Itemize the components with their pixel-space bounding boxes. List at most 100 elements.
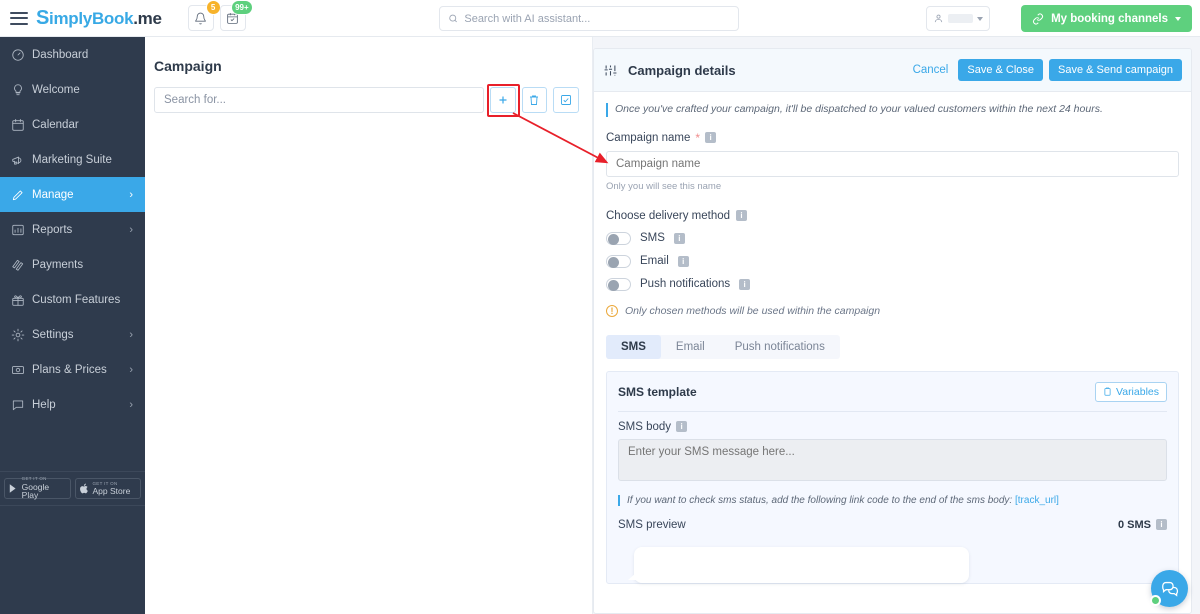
- bulb-icon: [11, 83, 32, 97]
- sidebar-item-plans-prices[interactable]: Plans & Prices ›: [0, 352, 145, 387]
- campaign-name-info-icon[interactable]: i: [705, 132, 717, 144]
- logo-rest: implyBook: [49, 8, 134, 28]
- campaign-name-input[interactable]: [606, 150, 1179, 177]
- sidebar-item-manage[interactable]: Manage ›: [0, 177, 145, 212]
- toggle-label: Email: [640, 255, 669, 268]
- sidebar-item-help[interactable]: Help ›: [0, 387, 145, 422]
- sidebar-item-marketing-suite[interactable]: Marketing Suite: [0, 142, 145, 177]
- campaign-details-body: Once you've crafted your campaign, it'll…: [594, 92, 1191, 584]
- chevron-right-icon: ›: [129, 398, 133, 411]
- sms-preview-row: SMS preview 0 SMS i: [618, 519, 1167, 531]
- delivery-method-row: Email i: [606, 254, 1179, 268]
- tab-push-notifications[interactable]: Push notifications: [720, 335, 840, 359]
- app-store-links: GET IT ON Google Play GET IT ON App Stor…: [0, 471, 145, 506]
- add-campaign-button[interactable]: [489, 87, 516, 113]
- sms-count-info-icon[interactable]: i: [1156, 519, 1167, 531]
- sidebar-item-calendar[interactable]: Calendar: [0, 107, 145, 142]
- toggle-info-icon[interactable]: i: [673, 232, 685, 244]
- notifications-button[interactable]: 5: [187, 0, 221, 31]
- delivery-method-list: SMS i Email i Push notifications i: [606, 231, 1179, 291]
- plus-icon: [499, 96, 507, 104]
- sidebar-item-payments[interactable]: Payments: [0, 247, 145, 282]
- delivery-method-row: SMS i: [606, 231, 1179, 245]
- channel-tabs: SMS Email Push notifications: [606, 334, 840, 359]
- coins-icon: [11, 258, 32, 272]
- gift-icon: [11, 293, 32, 307]
- top-icon-group: 5 99+: [187, 0, 253, 31]
- sidebar-item-label: Plans & Prices: [32, 363, 107, 376]
- campaign-details-column: Campaign details Cancel Save & Close Sav…: [593, 37, 1200, 614]
- select-all-button[interactable]: [553, 87, 579, 113]
- sms-body-label: SMS body: [618, 420, 672, 433]
- toggle-info-icon[interactable]: i: [677, 255, 689, 267]
- campaign-toolbar: [154, 87, 579, 113]
- sidebar-item-label: Payments: [32, 258, 84, 271]
- app-store-label: App Store: [92, 486, 131, 496]
- sms-template-header: SMS template Variables: [618, 381, 1167, 412]
- track-url-note: If you want to check sms status, add the…: [618, 494, 1167, 506]
- tab-email[interactable]: Email: [661, 335, 720, 359]
- sidebar-item-label: Custom Features: [32, 293, 121, 306]
- ai-search-box[interactable]: [439, 6, 739, 31]
- user-icon: [934, 14, 943, 23]
- save-close-button[interactable]: Save & Close: [958, 59, 1044, 81]
- campaign-search-input[interactable]: [154, 87, 484, 113]
- campaign-details-card: Campaign details Cancel Save & Close Sav…: [593, 48, 1192, 614]
- sms-template-panel: SMS template Variables SMS body i Enter …: [606, 370, 1179, 584]
- top-bar: SimplyBook.me 5 99+ Search with AI assis…: [0, 0, 1200, 37]
- chat-widget-button[interactable]: [1150, 570, 1188, 607]
- sidebar-item-label: Help: [32, 398, 56, 411]
- dispatch-note: Once you've crafted your campaign, it'll…: [606, 103, 1179, 117]
- sidebar-item-label: Marketing Suite: [32, 153, 112, 166]
- delivery-warning: ! Only chosen methods will be used withi…: [606, 304, 1179, 317]
- notifications-badge: 5: [205, 0, 221, 15]
- gear-icon: [11, 328, 32, 342]
- google-play-button[interactable]: GET IT ON Google Play: [4, 477, 71, 500]
- required-marker: *: [695, 130, 701, 145]
- calendar-icon: [11, 118, 32, 132]
- delivery-warning-text: Only chosen methods will be used within …: [625, 304, 881, 317]
- sidebar-item-label: Reports: [32, 223, 73, 236]
- toggle-email[interactable]: [606, 254, 631, 268]
- toggle-push-notifications[interactable]: [606, 277, 631, 291]
- delete-campaign-button[interactable]: [521, 87, 548, 113]
- campaign-name-hint: Only you will see this name: [606, 180, 722, 192]
- track-url-note-text: If you want to check sms status, add the…: [627, 494, 1013, 506]
- sms-body-info-icon[interactable]: i: [676, 421, 688, 433]
- app-store-button[interactable]: GET IT ON App Store: [74, 478, 141, 499]
- sms-count: 0 SMS: [1117, 518, 1151, 531]
- money-icon: [11, 363, 32, 377]
- bookings-button[interactable]: 99+: [219, 0, 253, 31]
- account-selector[interactable]: [926, 6, 990, 31]
- sms-body-textarea[interactable]: [618, 438, 1167, 481]
- sidebar-item-label: Settings: [32, 328, 74, 341]
- sidebar-item-settings[interactable]: Settings ›: [0, 317, 145, 352]
- sidebar-item-label: Manage: [32, 188, 74, 201]
- delivery-method-label-row: Choose delivery method i: [606, 210, 1179, 222]
- sidebar-item-dashboard[interactable]: Dashboard: [0, 37, 145, 72]
- booking-channels-button[interactable]: My booking channels: [1021, 5, 1192, 32]
- pencil-icon: [11, 188, 32, 202]
- delivery-method-info-icon[interactable]: i: [736, 210, 748, 222]
- app-root: SimplyBook.me 5 99+ Search with AI assis…: [0, 0, 1200, 614]
- cancel-button[interactable]: Cancel: [909, 64, 953, 76]
- link-icon: [1033, 13, 1044, 24]
- delivery-method-row: Push notifications i: [606, 277, 1179, 291]
- variables-button[interactable]: Variables: [1095, 381, 1167, 402]
- track-url-code[interactable]: [track_url]: [1015, 495, 1059, 506]
- checkbox-icon: [561, 95, 572, 105]
- apple-icon: [79, 483, 88, 494]
- tab-sms[interactable]: SMS: [606, 334, 661, 359]
- sidebar-item-label: Dashboard: [32, 48, 89, 61]
- sidebar-item-welcome[interactable]: Welcome: [0, 72, 145, 107]
- save-send-campaign-button[interactable]: Save & Send campaign: [1049, 59, 1182, 81]
- search-input[interactable]: [464, 12, 730, 25]
- sidebar: Dashboard Welcome Calendar Marketing Suite M…: [0, 37, 145, 614]
- toggle-sms[interactable]: [606, 231, 631, 245]
- sidebar-item-custom-features[interactable]: Custom Features: [0, 282, 145, 317]
- hamburger-icon[interactable]: [10, 11, 28, 25]
- app-logo[interactable]: SimplyBook.me: [36, 7, 162, 30]
- sidebar-item-reports[interactable]: Reports ›: [0, 212, 145, 247]
- booking-channels-label: My booking channels: [1051, 12, 1168, 25]
- toggle-info-icon[interactable]: i: [739, 278, 751, 290]
